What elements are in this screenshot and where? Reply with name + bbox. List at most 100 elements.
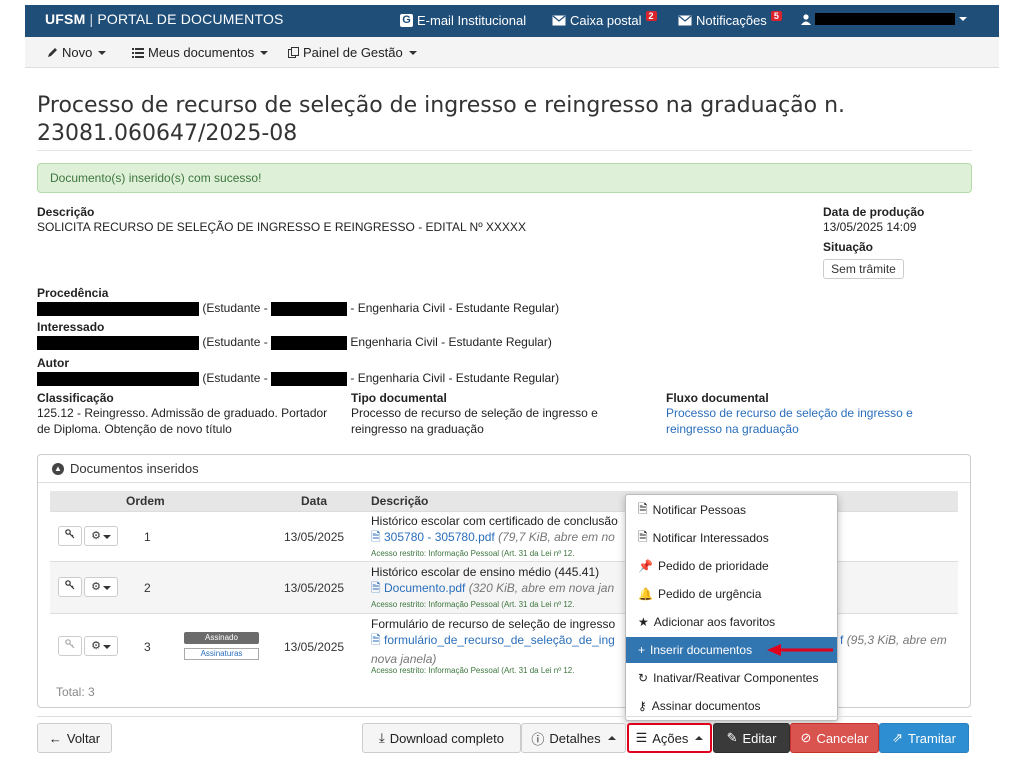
procedencia-label: Procedência xyxy=(37,286,109,300)
menu-item-label: Adicionar aos favoritos xyxy=(653,615,776,629)
caret-down-icon xyxy=(102,645,111,649)
file-icon: 🗎 xyxy=(371,530,381,544)
autor-part-a: (Estudante - xyxy=(202,371,268,385)
procedencia-part-b: - Engenharia Civil - Estudante Regular) xyxy=(350,301,560,315)
signatures-link[interactable]: Assinaturas xyxy=(184,648,259,660)
menu-item-notificar-interessados[interactable]: 🗎 Notificar Interessados xyxy=(626,525,837,551)
menu-meus-documentos-label: Meus documentos xyxy=(148,45,255,60)
brand-separator: | xyxy=(89,11,94,27)
edit-label: Editar xyxy=(742,730,777,746)
menu-item-label: Notificar Interessados xyxy=(652,531,769,545)
chevron-up-circle-icon: ▲ xyxy=(52,462,64,475)
situacao-label: Situação xyxy=(823,240,874,254)
menu-item-adicionar-favoritos[interactable]: ★ Adicionar aos favoritos xyxy=(626,609,837,635)
col-ordem: Ordem xyxy=(126,494,165,508)
list-icon xyxy=(132,47,144,58)
redacted-username xyxy=(815,13,955,25)
file-icon: 🗎 xyxy=(371,633,381,647)
cancel-button[interactable]: ⊘ Cancelar xyxy=(790,723,879,753)
menu-item-label: Inserir documentos xyxy=(650,643,753,657)
refresh-icon: ↻ xyxy=(638,671,649,685)
gear-dropdown-button[interactable]: ⚙ xyxy=(84,636,118,656)
menu-item-notificar-pessoas[interactable]: 🗎 Notificar Pessoas xyxy=(626,497,837,523)
caret-down-icon xyxy=(98,50,107,55)
redacted-id xyxy=(271,371,348,386)
data-producao-label: Data de produção xyxy=(823,205,925,219)
back-button[interactable]: ← Voltar xyxy=(37,723,112,753)
documents-panel-header[interactable]: ▲ Documentos inseridos xyxy=(38,455,970,483)
fluxo-documental-link-line1[interactable]: Processo de recurso de seleção de ingres… xyxy=(666,405,913,421)
cancel-label: Cancelar xyxy=(816,730,869,746)
row-description: Histórico escolar com certificado de con… xyxy=(371,514,626,558)
user-menu[interactable] xyxy=(801,13,967,25)
inbox-link[interactable]: Caixa postal 2 xyxy=(552,10,657,28)
redacted-id xyxy=(271,335,348,350)
envelope-icon xyxy=(552,15,566,26)
email-link[interactable]: G E-mail Institucional xyxy=(400,13,526,28)
document-file-link[interactable]: 🗎 Documento.pdf (320 KiB, abre em nova j… xyxy=(371,579,626,600)
top-navbar: UFSM | PORTAL DE DOCUMENTOS G E-mail Insti… xyxy=(25,5,999,37)
key-icon xyxy=(65,580,75,590)
classificacao-label: Classificação xyxy=(37,391,114,405)
brand-text: PORTAL DE DOCUMENTOS xyxy=(97,11,284,27)
menu-item-pedido-prioridade[interactable]: 📌 Pedido de prioridade xyxy=(626,553,837,579)
key-button[interactable] xyxy=(58,636,82,656)
file-text-icon: 🗎 xyxy=(638,529,648,544)
interessado-part-b: Engenharia Civil - Estudante Regular) xyxy=(350,335,552,349)
menu-novo[interactable]: Novo xyxy=(47,45,107,60)
gear-icon: ⚙ xyxy=(91,530,101,542)
send-button[interactable]: ⇗ Tramitar xyxy=(879,723,969,753)
menu-item-label: Assinar documentos xyxy=(651,699,761,713)
redacted-name xyxy=(37,301,199,316)
menu-novo-label: Novo xyxy=(62,45,93,60)
menu-item-label: Pedido de prioridade xyxy=(657,559,769,573)
autor-label: Autor xyxy=(37,356,69,370)
file-meta-line2: nova janela) xyxy=(371,652,437,666)
gear-dropdown-button[interactable]: ⚙ xyxy=(84,526,118,546)
copy-icon xyxy=(288,47,299,58)
notifications-count-badge: 5 xyxy=(770,10,782,21)
envelope-icon xyxy=(678,15,692,26)
edit-button[interactable]: ✎ Editar xyxy=(713,723,790,753)
key-button[interactable] xyxy=(58,526,82,546)
signed-badge: Assinado xyxy=(184,632,259,644)
document-title: Formulário de recurso de seleção de ingr… xyxy=(371,617,616,631)
autor-value: (Estudante - - Engenharia Civil - Estuda… xyxy=(37,370,559,386)
fluxo-documental-link-line2[interactable]: reingresso na graduação xyxy=(666,421,799,437)
document-file-link[interactable]: 🗎 305780 - 305780.pdf (79,7 KiB, abre em… xyxy=(371,528,626,549)
procedencia-value: (Estudante - - Engenharia Civil - Estuda… xyxy=(37,300,559,316)
annotation-arrow-icon xyxy=(767,644,833,656)
row-ordem: 1 xyxy=(144,530,151,544)
fluxo-documental-label: Fluxo documental xyxy=(666,391,769,405)
google-icon: G xyxy=(400,14,413,27)
redacted-name xyxy=(37,371,199,386)
menu-painel-gestao[interactable]: Painel de Gestão xyxy=(288,45,417,60)
key-icon: ⚷ xyxy=(638,699,647,713)
details-button[interactable]: ⓘ Detalhes xyxy=(521,723,626,753)
download-button[interactable]: ⤓ Download completo xyxy=(362,723,521,753)
file-icon: 🗎 xyxy=(371,581,381,595)
caret-up-icon xyxy=(695,736,704,740)
back-label: Voltar xyxy=(66,730,101,746)
actions-button[interactable]: ☰ Ações xyxy=(627,723,712,753)
row-ordem: 3 xyxy=(144,640,151,654)
row-description: Histórico escolar de ensino médio (445.4… xyxy=(371,565,626,609)
menu-item-label: Inativar/Reativar Componentes xyxy=(653,671,819,685)
menu-item-label: Pedido de urgência xyxy=(657,587,762,601)
menu-item-pedido-urgencia[interactable]: 🔔 Pedido de urgência xyxy=(626,581,837,607)
autor-part-b: - Engenharia Civil - Estudante Regular) xyxy=(350,371,560,385)
brand-bold: UFSM xyxy=(45,11,86,27)
portal-brand[interactable]: UFSM | PORTAL DE DOCUMENTOS xyxy=(45,11,284,27)
menu-item-inativar-reativar[interactable]: ↻ Inativar/Reativar Componentes xyxy=(626,665,837,691)
row-file-meta-tail: f (95,3 KiB, abre em xyxy=(840,633,947,647)
document-file-link[interactable]: 🗎 formulário_de_recurso_de_seleção_de_in… xyxy=(371,631,626,652)
notifications-link[interactable]: Notificações 5 xyxy=(678,10,782,28)
gear-dropdown-button[interactable]: ⚙ xyxy=(84,577,118,597)
key-button[interactable] xyxy=(58,577,82,597)
redacted-id xyxy=(271,301,348,316)
document-title: Histórico escolar com certificado de con… xyxy=(371,514,618,528)
data-producao-value: 13/05/2025 14:09 xyxy=(823,220,917,234)
file-meta: (320 KiB, abre em nova jan xyxy=(468,581,615,595)
menu-meus-documentos[interactable]: Meus documentos xyxy=(132,45,269,60)
classificacao-value-line2: de Diploma. Obtenção de novo título xyxy=(37,422,232,436)
